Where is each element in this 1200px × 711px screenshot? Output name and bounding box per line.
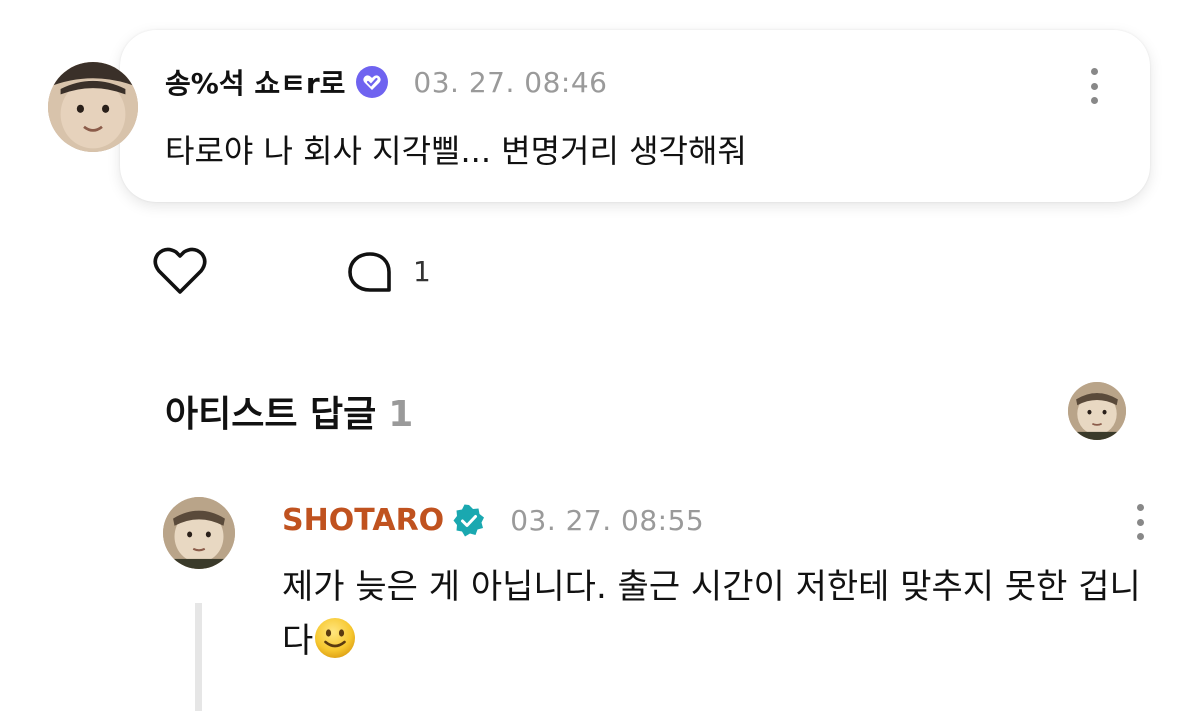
reply-timestamp: 03. 27. 08:55 — [510, 504, 705, 537]
comment-count: 1 — [413, 255, 431, 288]
reply-body-text: 제가 늦은 게 아닙니다. 출근 시간이 저한테 맞추지 못한 겁니다 — [282, 567, 1141, 661]
post-body-text: 타로야 나 회사 지각삘... 변명거리 생각해줘 — [165, 132, 747, 170]
post-card — [120, 30, 1150, 202]
verified-check-badge-icon — [452, 504, 486, 538]
reply-author-name[interactable]: SHOTARO — [282, 503, 444, 538]
artist-replies-count: 1 — [388, 394, 414, 435]
post-header: 송%석 쇼ㅌr로 03. 27. 08:46 — [165, 62, 607, 102]
verified-heart-badge-icon — [355, 65, 389, 99]
artist-face-avatar-image — [1068, 382, 1126, 440]
artist-face-avatar-image — [163, 497, 235, 569]
post-author-name[interactable]: 송%석 쇼ㅌr로 — [165, 62, 345, 102]
slightly-smiling-face-emoji — [313, 616, 357, 660]
post-more-options-icon[interactable] — [1084, 66, 1104, 106]
child-face-avatar-image — [48, 62, 138, 152]
comment-bubble-icon[interactable] — [345, 250, 395, 296]
reply-body: 제가 늦은 게 아닙니다. 출근 시간이 저한테 맞추지 못한 겁니다 — [282, 560, 1162, 668]
reply-author-avatar[interactable] — [163, 497, 235, 569]
artist-replies-title: 아티스트 답글 — [165, 394, 377, 435]
post-timestamp: 03. 27. 08:46 — [413, 65, 608, 99]
artist-avatar-small[interactable] — [1068, 382, 1126, 440]
post-author-avatar[interactable] — [48, 62, 138, 152]
reply-more-options-icon[interactable] — [1130, 502, 1150, 542]
artist-replies-heading: 아티스트 답글 1 — [165, 385, 413, 437]
reply-header: SHOTARO 03. 27. 08:55 — [282, 503, 704, 538]
heart-like-icon[interactable] — [152, 245, 208, 297]
reply-thread-line — [195, 603, 202, 711]
